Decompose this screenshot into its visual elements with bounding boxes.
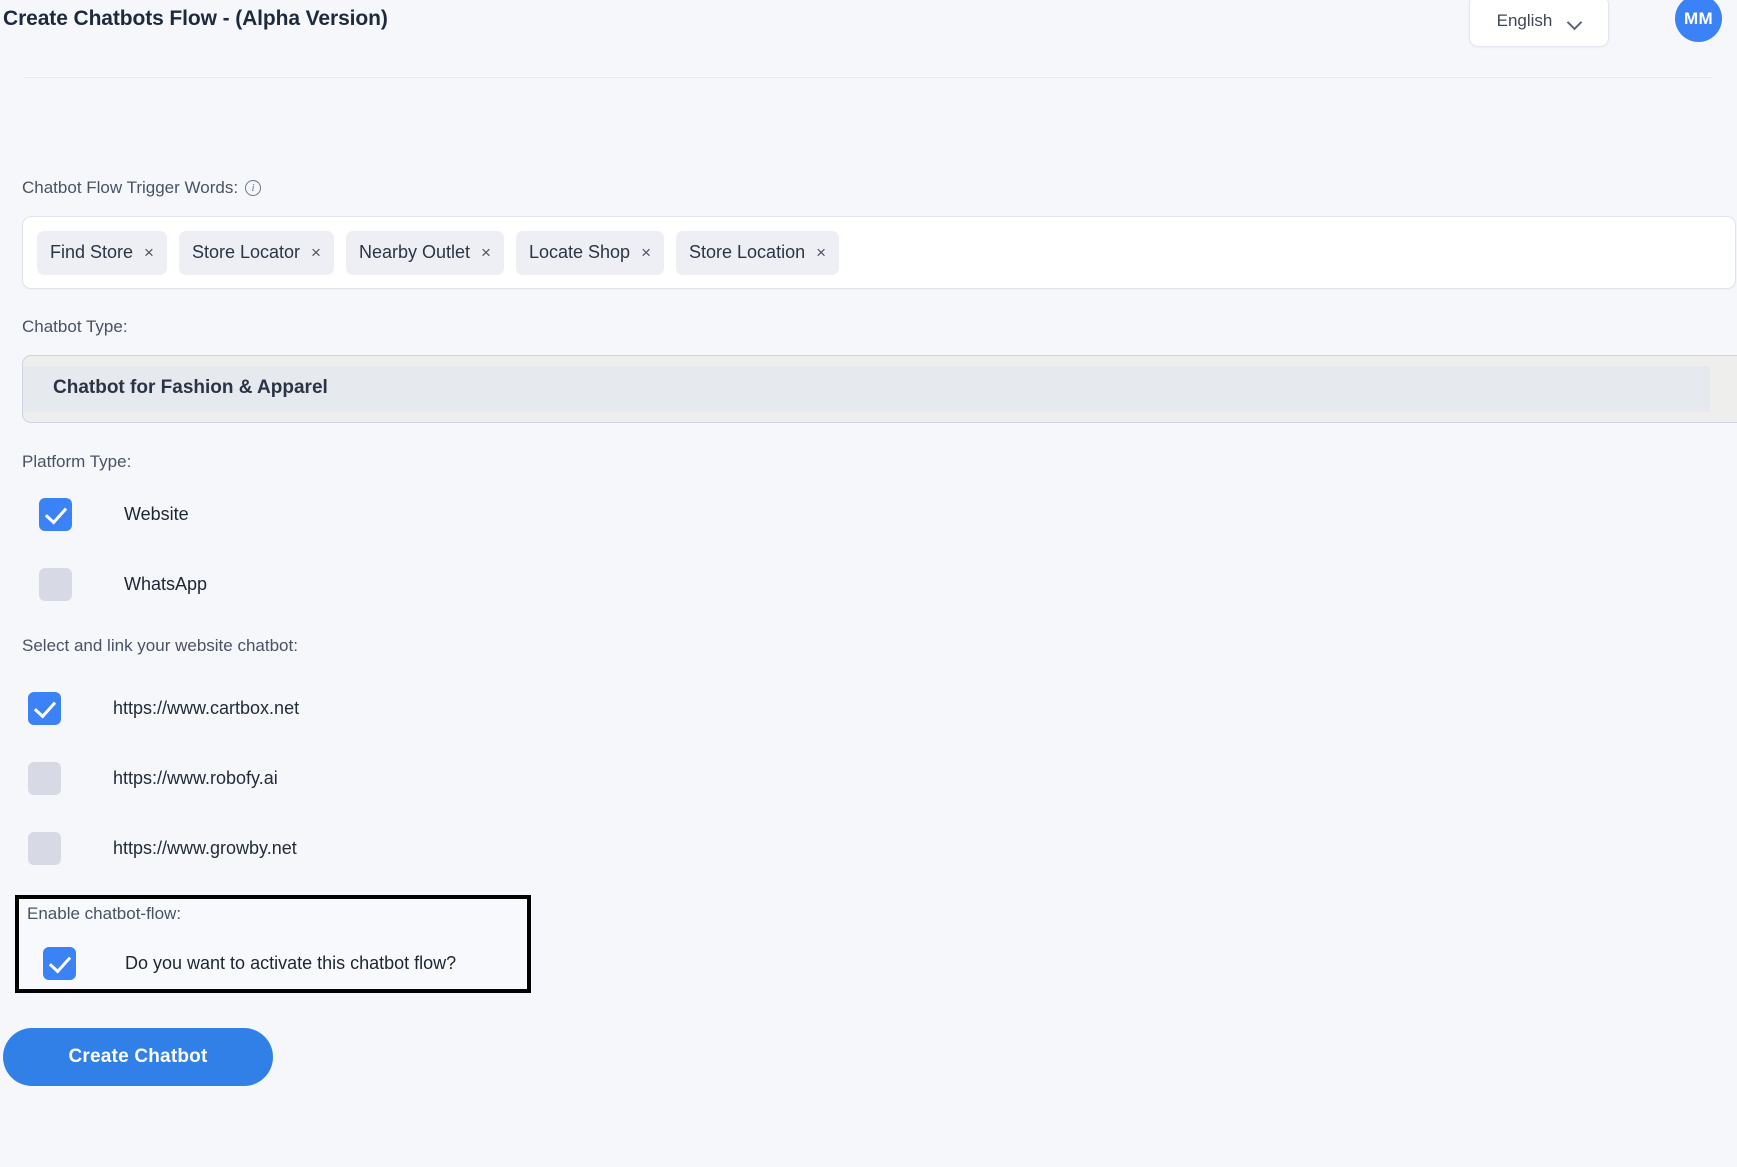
chatbot-type-value: Chatbot for Fashion & Apparel — [53, 377, 328, 398]
trigger-word-tag-label: Store Location — [689, 242, 806, 262]
platform-type-label: Platform Type: — [22, 452, 131, 472]
info-icon[interactable]: i — [245, 180, 262, 196]
page-header: Create Chatbots Flow - (Alpha Version) E… — [0, 0, 1737, 78]
trigger-word-tag: Store Location × — [676, 230, 840, 275]
close-icon[interactable]: × — [816, 244, 826, 261]
platform-option-website[interactable]: Website — [39, 498, 189, 531]
website-option-label: https://www.cartbox.net — [113, 698, 300, 718]
website-option-label: https://www.growby.net — [113, 838, 297, 858]
close-icon[interactable]: × — [311, 244, 321, 261]
platform-option-whatsapp[interactable]: WhatsApp — [39, 568, 207, 601]
checkbox-website-url[interactable] — [28, 692, 61, 725]
activate-flow-option[interactable]: Do you want to activate this chatbot flo… — [43, 947, 456, 980]
close-icon[interactable]: × — [481, 244, 491, 261]
header-divider — [24, 76, 1713, 78]
platform-option-label: WhatsApp — [124, 574, 208, 594]
website-option-cartbox[interactable]: https://www.cartbox.net — [28, 692, 299, 725]
trigger-word-tag-label: Find Store — [50, 242, 134, 262]
close-icon[interactable]: × — [144, 244, 154, 261]
checkbox-website-url[interactable] — [28, 762, 61, 795]
trigger-word-tag: Locate Shop × — [515, 230, 665, 275]
trigger-word-tag-label: Locate Shop — [528, 242, 631, 262]
avatar-initials: MM — [1683, 8, 1714, 28]
close-icon[interactable]: × — [641, 244, 651, 261]
website-chatbot-label-text: Select and link your website chatbot: — [22, 636, 298, 655]
checkbox-whatsapp[interactable] — [39, 568, 72, 601]
chevron-down-icon — [1568, 17, 1581, 25]
checkbox-website-url[interactable] — [28, 832, 61, 865]
trigger-word-tag: Nearby Outlet × — [345, 230, 504, 275]
enable-chatbot-flow-label: Enable chatbot-flow: — [27, 904, 182, 923]
website-option-label: https://www.robofy.ai — [113, 768, 278, 788]
trigger-word-tag: Store Locator × — [178, 230, 334, 275]
language-selector-value: English — [1496, 11, 1553, 30]
website-chatbot-label: Select and link your website chatbot: — [22, 636, 298, 656]
platform-option-label: Website — [124, 504, 189, 524]
trigger-words-input[interactable]: Find Store × Store Locator × Nearby Outl… — [22, 216, 1736, 289]
avatar[interactable]: MM — [1675, 0, 1722, 42]
checkbox-website[interactable] — [39, 498, 72, 531]
enable-chatbot-flow-section: Enable chatbot-flow: Do you want to acti… — [15, 895, 531, 993]
trigger-word-tag-label: Store Locator — [191, 242, 301, 262]
platform-type-label-text: Platform Type: — [22, 452, 132, 471]
trigger-words-label-text: Chatbot Flow Trigger Words: — [22, 178, 239, 197]
trigger-word-tag-label: Nearby Outlet — [358, 242, 471, 262]
website-option-robofy[interactable]: https://www.robofy.ai — [28, 762, 278, 795]
website-option-growby[interactable]: https://www.growby.net — [28, 832, 297, 865]
trigger-words-label: Chatbot Flow Trigger Words: i — [22, 178, 262, 198]
chatbot-type-label-text: Chatbot Type: — [22, 317, 128, 336]
chatbot-type-label: Chatbot Type: — [22, 317, 128, 337]
checkbox-activate-flow[interactable] — [43, 947, 76, 980]
activate-flow-label: Do you want to activate this chatbot flo… — [125, 953, 457, 973]
page-title: Create Chatbots Flow - (Alpha Version) — [3, 7, 388, 30]
create-chatbot-button[interactable]: Create Chatbot — [3, 1028, 273, 1086]
trigger-word-tag: Find Store × — [37, 230, 167, 275]
language-selector[interactable]: English — [1469, 0, 1609, 47]
